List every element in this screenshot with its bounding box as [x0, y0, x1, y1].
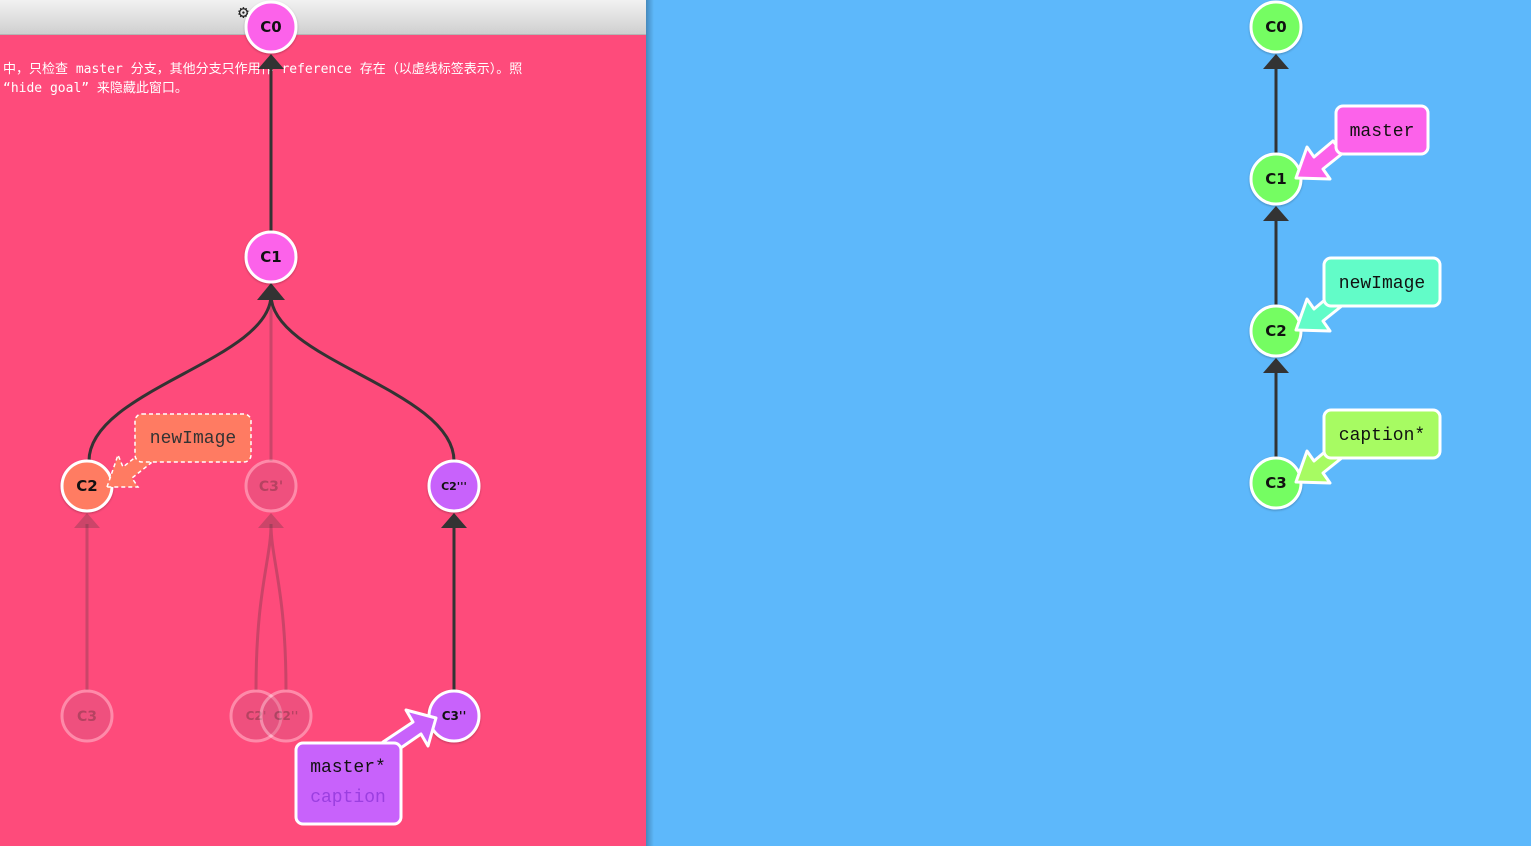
commit-label: C2''' — [441, 480, 467, 493]
main-commit-c1[interactable]: C1 — [1249, 152, 1303, 206]
main-branch-newimage[interactable]: newImage — [1294, 256, 1442, 333]
commit-c3[interactable]: C3 — [60, 689, 114, 743]
goal-tree: C3' C3 C2' C2'' C0 C1 C2 C2''' C3'' newI… — [60, 0, 481, 826]
commit-label: C0 — [260, 18, 281, 36]
main-branch-master[interactable]: master — [1294, 104, 1430, 181]
commit-label: C0 — [1265, 18, 1286, 36]
goal-faded-arrowheads — [74, 513, 284, 528]
edge-c2ppp-c1 — [269, 294, 456, 462]
branch-label: newImage — [150, 429, 236, 449]
main-branch-caption[interactable]: caption* — [1294, 408, 1442, 485]
goal-arrowheads — [257, 54, 467, 528]
commit-c1[interactable]: C1 — [244, 230, 298, 284]
branch-label: master — [1350, 122, 1415, 142]
commit-label: C1 — [1265, 170, 1286, 188]
commit-c2pp[interactable]: C2'' — [259, 689, 313, 743]
arrowhead — [1263, 54, 1289, 69]
commit-label: C3'' — [442, 709, 467, 723]
arrowhead — [74, 513, 100, 528]
arrowhead — [1263, 358, 1289, 373]
branch-box — [294, 741, 403, 826]
commit-label: C2'' — [274, 709, 299, 723]
arrowhead — [257, 283, 285, 300]
commit-c3p[interactable]: C3' — [244, 459, 298, 513]
commit-c2[interactable]: C2 — [60, 459, 114, 513]
arrowhead — [258, 54, 284, 69]
commit-label: C3 — [77, 709, 97, 725]
branch-master-caption[interactable]: master* caption — [294, 708, 438, 826]
main-commit-c0[interactable]: C0 — [1249, 0, 1303, 54]
commit-label: C3 — [1265, 474, 1286, 492]
commit-c2ppp[interactable]: C2''' — [427, 459, 481, 513]
branch-label: caption* — [1339, 426, 1425, 446]
edge-c2p-c3p — [254, 523, 273, 691]
commit-c0[interactable]: C0 — [244, 0, 298, 54]
commit-label: C2 — [76, 477, 97, 495]
main-tree: C0 C1 C2 C3 master newImage caption* — [1249, 0, 1442, 510]
commit-c3pp[interactable]: C3'' — [427, 689, 481, 743]
commit-label: C2 — [1265, 322, 1286, 340]
main-commit-c3[interactable]: C3 — [1249, 456, 1303, 510]
edge-c2pp-c3p — [269, 523, 288, 691]
arrowhead — [1263, 206, 1289, 221]
arrowhead — [441, 513, 467, 528]
branch-label-caption: caption — [310, 788, 386, 808]
branch-newimage[interactable]: newImage — [105, 413, 252, 488]
main-commit-c2[interactable]: C2 — [1249, 304, 1303, 358]
branch-label: newImage — [1339, 274, 1425, 294]
commit-label: C3' — [259, 479, 283, 495]
commit-label: C1 — [260, 248, 281, 266]
branch-label-master: master* — [310, 758, 386, 778]
arrowhead — [258, 513, 284, 528]
git-visualization: C3' C3 C2' C2'' C0 C1 C2 C2''' C3'' newI… — [60, 0, 1442, 826]
